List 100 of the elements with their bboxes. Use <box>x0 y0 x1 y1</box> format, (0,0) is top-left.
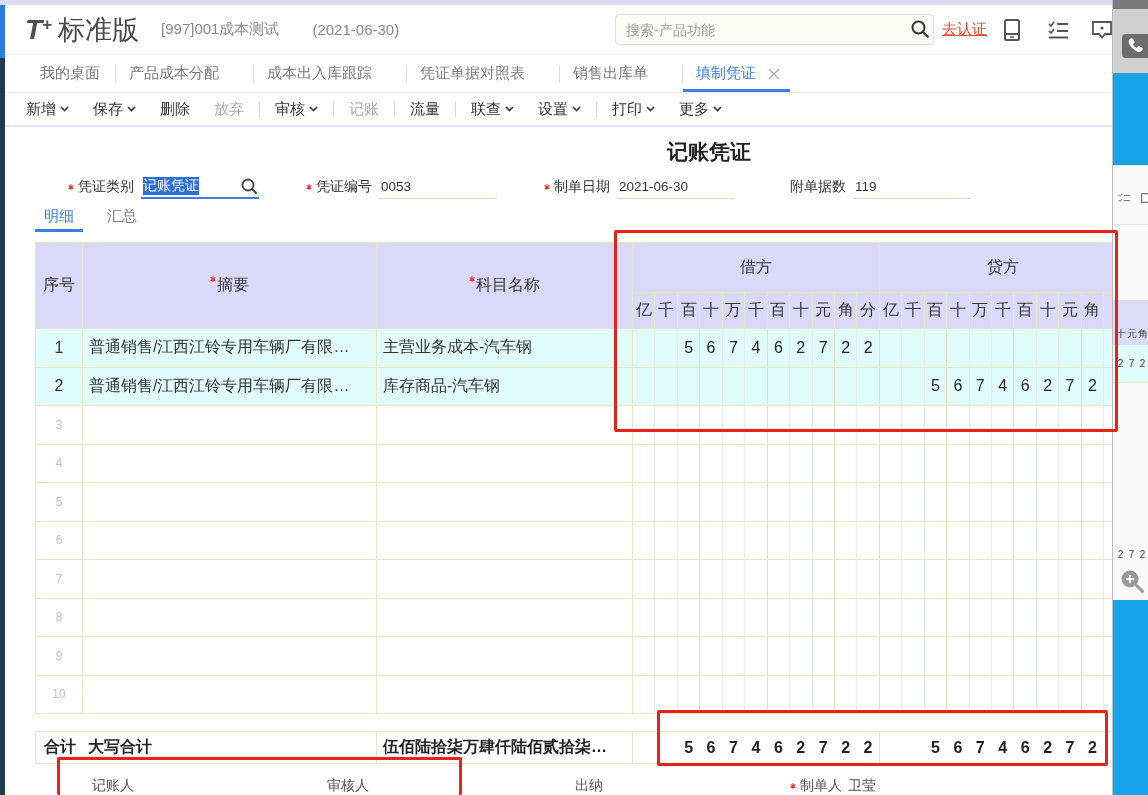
amount-digit: 7 <box>969 731 992 764</box>
checklist-icon[interactable] <box>1118 193 1130 203</box>
amount-digit: 4 <box>991 367 1014 406</box>
signature-label: 记账人 <box>92 777 134 795</box>
signature-label: 制单人 <box>800 777 842 795</box>
column-header: 元 <box>812 292 835 329</box>
caret-icon[interactable] <box>646 106 655 112</box>
search-icon[interactable] <box>911 20 929 38</box>
tab[interactable]: 汇总 <box>98 204 146 232</box>
row-number: 5 <box>35 482 83 521</box>
amount-digit: 6 <box>699 328 723 367</box>
column-header: 十 <box>699 292 723 329</box>
amount-digit: 2 <box>834 328 857 367</box>
amount-digit: 6 <box>946 367 970 406</box>
tab[interactable]: 成本出入库跟踪 <box>254 55 406 92</box>
amount-digit: 2 <box>856 731 880 764</box>
tab[interactable]: 我的桌面 <box>27 55 115 92</box>
signature-label: 出纳 <box>575 777 603 795</box>
table-cell: 主营业务成本-汽车钢 <box>376 328 633 367</box>
total-label: 合计 <box>44 738 76 755</box>
checklist-icon[interactable] <box>1048 20 1068 39</box>
caret-icon[interactable] <box>505 106 514 112</box>
tab[interactable]: 填制凭证 <box>683 55 790 92</box>
column-header: 万 <box>722 292 745 329</box>
amount-digit: 6 <box>699 731 723 764</box>
logo: T$^{+}$ <box>25 14 53 45</box>
column-header: 十 <box>789 292 812 329</box>
amount-digit: 6 <box>767 731 790 764</box>
field-label: 凭证类别 <box>78 178 134 196</box>
tab[interactable]: 销售出库单 <box>560 55 682 92</box>
toolbar-button[interactable]: 打印 <box>600 96 667 122</box>
column-header: 亿 <box>632 292 655 329</box>
column-header: 序号 <box>43 276 75 293</box>
amount-digit: 2 <box>1116 358 1125 369</box>
row-number: 7 <box>35 559 83 598</box>
toolbar-button[interactable]: 保存 <box>81 96 148 122</box>
amount-digit: 5 <box>677 731 700 764</box>
caret-icon[interactable] <box>60 106 69 112</box>
caret-icon[interactable] <box>309 106 318 112</box>
column-header: 科目名称 <box>476 276 540 293</box>
toolbar-button[interactable]: 联查 <box>459 96 526 122</box>
column-header: 亿 <box>879 292 902 329</box>
caret-icon[interactable] <box>713 106 722 112</box>
column-header: 千 <box>901 292 925 329</box>
toolbar-button[interactable]: 审核 <box>263 96 330 122</box>
row-number: 10 <box>35 675 83 714</box>
tab[interactable]: 凭证单据对照表 <box>407 55 559 92</box>
column-header: 十 <box>1036 292 1059 329</box>
column-header: 元 <box>1126 327 1137 341</box>
tab[interactable]: 明细 <box>35 204 83 232</box>
amount-digit: 7 <box>969 367 992 406</box>
signature-value: 卫莹 <box>848 777 876 795</box>
toolbar-button[interactable]: 新增 <box>14 96 81 122</box>
mobile-icon[interactable] <box>1004 18 1020 41</box>
amount-in-words: 伍佰陆拾柒万肆仟陆佰贰拾柒… <box>376 731 633 764</box>
zoom-in-icon[interactable] <box>1120 569 1144 593</box>
row-number: 3 <box>35 405 83 444</box>
table-cell: 库存商品-汽车钢 <box>376 367 633 406</box>
amount-digit: 7 <box>722 328 745 367</box>
input-field[interactable]: 2021-06-30 <box>617 175 735 199</box>
amount-digit: 2 <box>1138 358 1147 369</box>
toolbar-button[interactable]: 设置 <box>526 96 593 122</box>
toolbar-button[interactable]: 流量 <box>398 96 452 122</box>
column-header: 借方 <box>739 258 772 275</box>
amount-digit: 2 <box>789 328 812 367</box>
phone-icon[interactable] <box>1122 34 1148 58</box>
amount-digit: 6 <box>1013 731 1037 764</box>
amount-digit: 2 <box>789 731 812 764</box>
row-number: 6 <box>35 521 83 560</box>
caret-icon[interactable] <box>127 106 136 112</box>
input-field[interactable]: 0053 <box>379 175 497 199</box>
total-label: 大写合计 <box>88 738 152 755</box>
column-header: 角 <box>1081 292 1104 329</box>
column-header: 百 <box>677 292 700 329</box>
input-field[interactable]: 记账凭证 <box>141 175 259 199</box>
column-header: 千 <box>654 292 678 329</box>
column-header: 角 <box>1137 327 1148 341</box>
amount-digit: 7 <box>1127 358 1136 369</box>
toolbar-button[interactable]: 更多 <box>667 96 734 122</box>
field-label: 附单据数 <box>790 178 846 196</box>
tab[interactable]: 产品成本分配 <box>116 55 253 92</box>
input-field[interactable]: 119 <box>853 175 971 199</box>
amount-digit: 7 <box>1058 731 1082 764</box>
window-icon[interactable] <box>1141 193 1148 203</box>
toolbar-button[interactable]: 删除 <box>148 96 202 122</box>
field-label: 制单日期 <box>554 178 610 196</box>
column-header: 百 <box>1013 292 1037 329</box>
search-field[interactable]: 搜索-产品功能 <box>615 14 934 45</box>
column-header: 万 <box>969 292 992 329</box>
row-number: 9 <box>35 636 83 675</box>
chat-icon[interactable] <box>1092 20 1112 39</box>
column-header: 摘要 <box>217 276 249 293</box>
amount-digit: 7 <box>1127 548 1136 560</box>
amount-digit: 2 <box>1138 548 1147 560</box>
search-icon[interactable] <box>241 178 257 194</box>
column-header: 百 <box>924 292 947 329</box>
column-header: 千 <box>991 292 1014 329</box>
certify-link[interactable]: 去认证 <box>942 20 987 39</box>
table-cell: 普通销售/江西江铃专用车辆厂有限… <box>82 328 377 367</box>
caret-icon[interactable] <box>572 106 581 112</box>
